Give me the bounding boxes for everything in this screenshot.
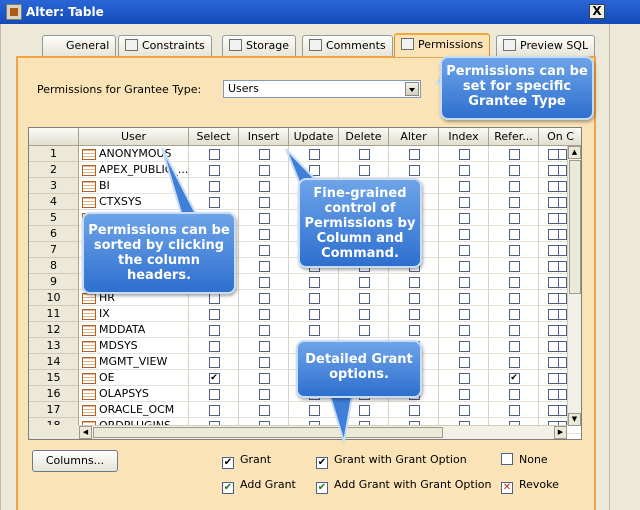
grant-callout-pointer bbox=[328, 395, 354, 443]
fine-grained-callout: Fine-grained control of Permissions by C… bbox=[298, 178, 422, 268]
grantee-callout: Permissions can be set for specific Gran… bbox=[440, 56, 594, 120]
sort-callout-pointer bbox=[161, 147, 198, 218]
grant-options-callout: Detailed Grant options. bbox=[296, 340, 422, 398]
sort-callout: Permissions can be sorted by clicking th… bbox=[82, 212, 236, 294]
